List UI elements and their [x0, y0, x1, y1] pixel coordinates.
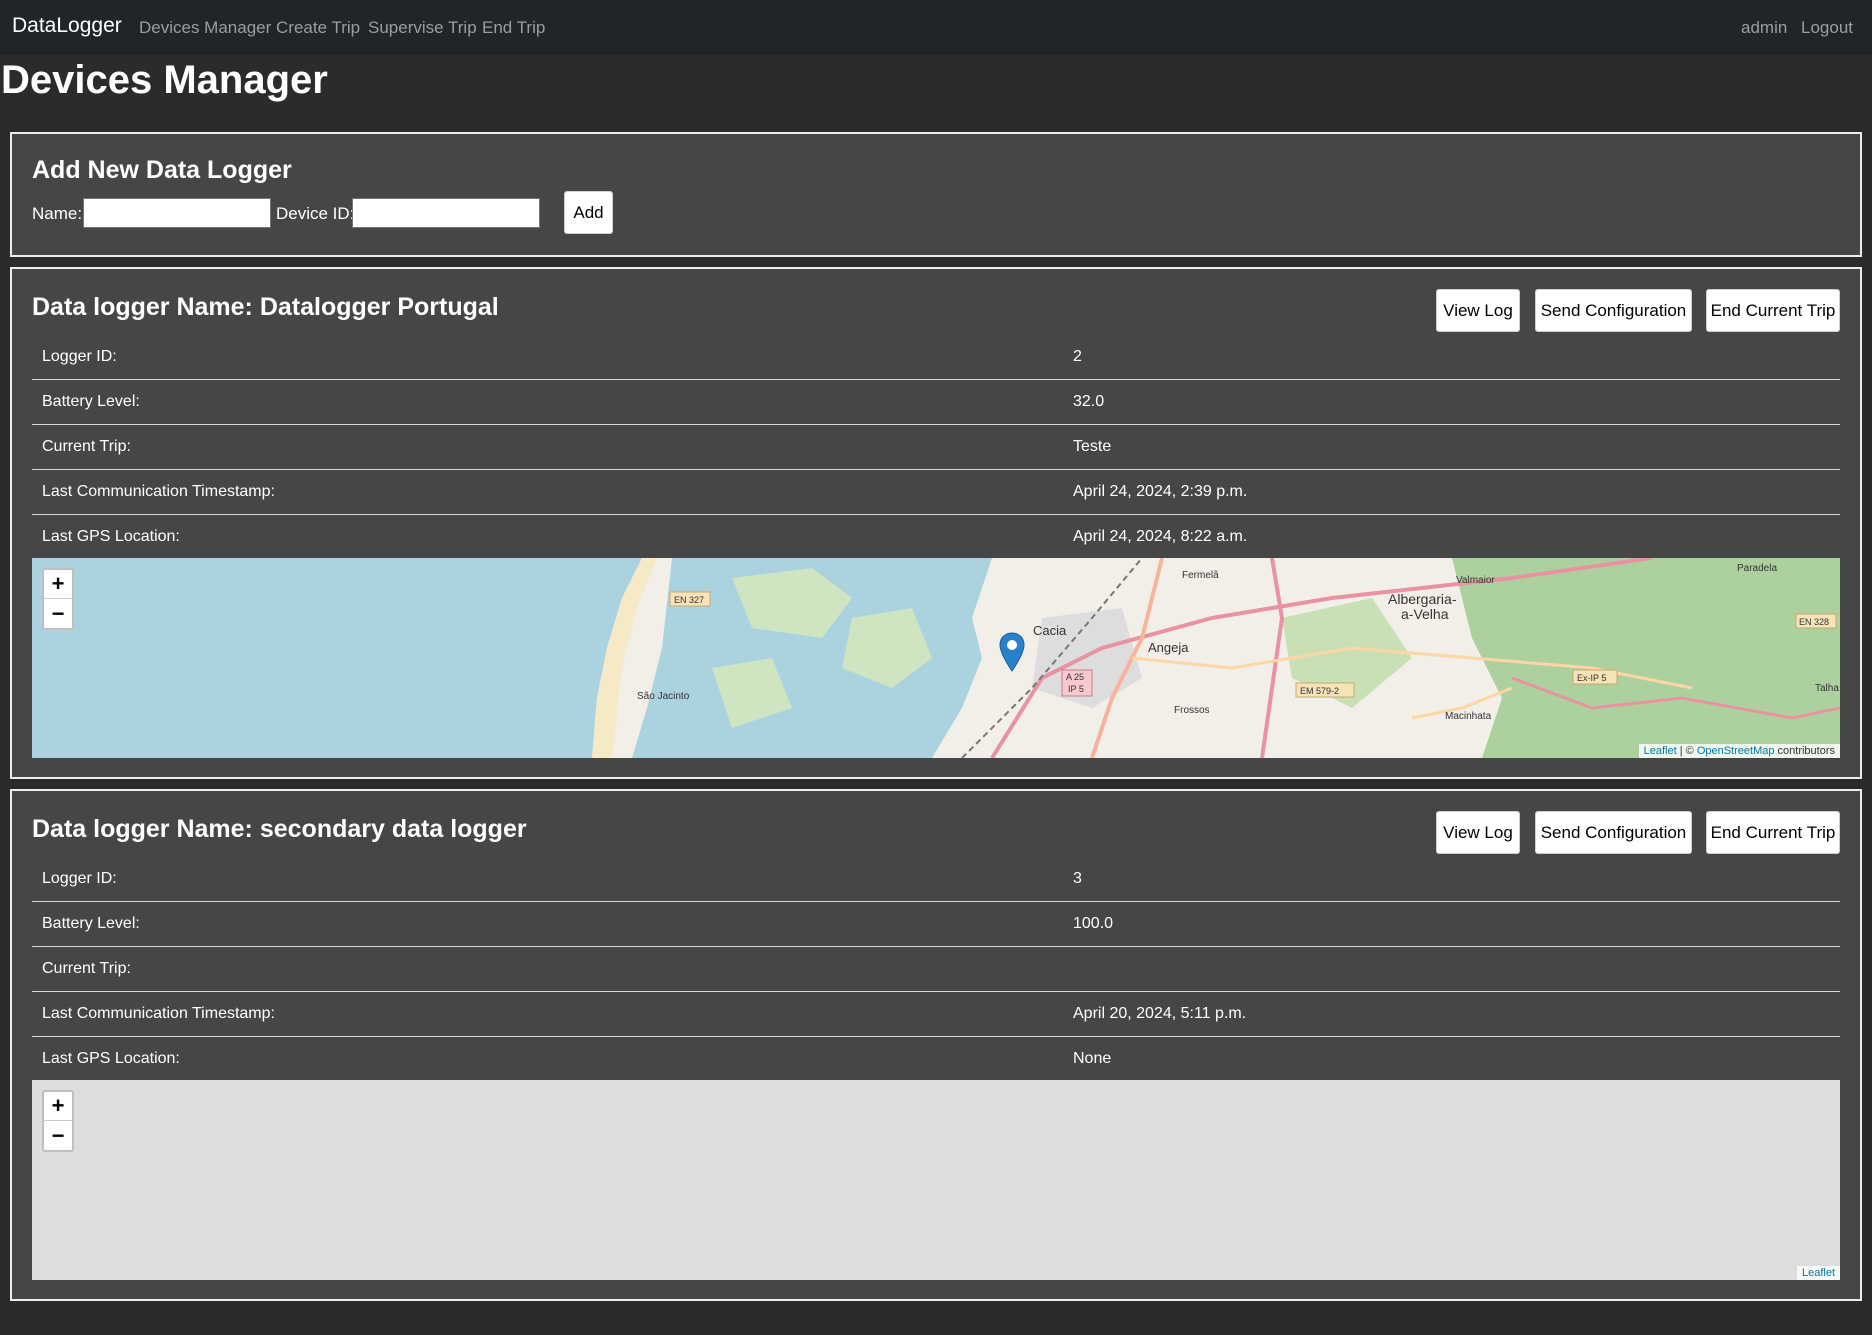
- name-input[interactable]: [83, 198, 271, 228]
- last-gps-value: None: [1073, 1050, 1112, 1067]
- nav-user-admin[interactable]: admin: [1741, 18, 1787, 38]
- battery-level-value: 32.0: [1073, 393, 1105, 410]
- current-trip-value: Teste: [1073, 438, 1112, 455]
- add-logger-title: Add New Data Logger: [32, 156, 292, 184]
- battery-level-label: Battery Level:: [42, 915, 140, 932]
- nav-end-trip[interactable]: End Trip: [482, 18, 545, 38]
- zoom-in-button[interactable]: +: [44, 570, 72, 599]
- page-title: Devices Manager: [1, 58, 328, 102]
- battery-level-row: Battery Level: 32.0: [32, 380, 1840, 425]
- view-log-button[interactable]: View Log: [1436, 289, 1520, 332]
- last-communication-label: Last Communication Timestamp:: [42, 483, 275, 500]
- map-tiles: Fermelã Valmaior Paradela EN 327 Alberga…: [32, 558, 1840, 758]
- nav-supervise-trip[interactable]: Supervise Trip: [368, 18, 477, 38]
- end-current-trip-button[interactable]: End Current Trip: [1706, 289, 1840, 332]
- leaflet-link[interactable]: Leaflet: [1644, 745, 1677, 757]
- svg-text:Albergaria-: Albergaria-: [1388, 591, 1457, 607]
- add-button[interactable]: Add: [564, 191, 613, 234]
- svg-text:EM 579-2: EM 579-2: [1300, 686, 1339, 696]
- add-logger-card: Add New Data Logger Name: Device ID: Add: [10, 132, 1862, 257]
- map-attribution: Leaflet | © OpenStreetMap contributors: [1638, 744, 1840, 758]
- leaflet-link[interactable]: Leaflet: [1802, 1267, 1835, 1279]
- logger-name-title: Data logger Name: secondary data logger: [32, 815, 527, 843]
- zoom-out-button[interactable]: −: [44, 1121, 72, 1150]
- logger-card: Data logger Name: secondary data logger …: [10, 789, 1862, 1301]
- current-trip-label: Current Trip:: [42, 960, 131, 977]
- svg-text:IP 5: IP 5: [1068, 684, 1084, 694]
- logger-name-title: Data logger Name: Datalogger Portugal: [32, 293, 499, 321]
- svg-text:a-Velha: a-Velha: [1401, 606, 1449, 622]
- logger-id-label: Logger ID:: [42, 870, 117, 887]
- device-id-input[interactable]: [352, 198, 540, 228]
- svg-text:São Jacinto: São Jacinto: [637, 691, 690, 702]
- brand-link[interactable]: DataLogger: [12, 14, 122, 38]
- svg-text:Fermelã: Fermelã: [1182, 570, 1219, 581]
- svg-text:Paradela: Paradela: [1737, 563, 1777, 574]
- logger-card: Data logger Name: Datalogger Portugal Vi…: [10, 267, 1862, 779]
- battery-level-value: 100.0: [1073, 915, 1114, 932]
- current-trip-row: Current Trip:: [32, 947, 1840, 992]
- svg-text:EN 327: EN 327: [674, 595, 704, 605]
- svg-text:Cacia: Cacia: [1033, 623, 1067, 638]
- svg-text:Frossos: Frossos: [1174, 705, 1210, 716]
- location-map[interactable]: Fermelã Valmaior Paradela EN 327 Alberga…: [32, 558, 1840, 758]
- map-attribution: Leaflet: [1796, 1266, 1840, 1280]
- logger-id-value: 2: [1073, 348, 1082, 365]
- last-gps-label: Last GPS Location:: [42, 1050, 180, 1067]
- svg-text:Angeja: Angeja: [1148, 640, 1189, 655]
- battery-level-label: Battery Level:: [42, 393, 140, 410]
- navbar: DataLogger Devices Manager Create Trip S…: [0, 0, 1872, 55]
- logger-id-value: 3: [1073, 870, 1082, 887]
- svg-text:Ex-IP 5: Ex-IP 5: [1577, 673, 1606, 683]
- last-communication-row: Last Communication Timestamp: April 24, …: [32, 470, 1840, 515]
- send-configuration-button[interactable]: Send Configuration: [1535, 289, 1692, 332]
- last-gps-row: Last GPS Location: April 24, 2024, 8:22 …: [32, 515, 1840, 560]
- device-id-label: Device ID:: [276, 204, 355, 223]
- logger-id-row: Logger ID: 3: [32, 857, 1840, 902]
- battery-level-row: Battery Level: 100.0: [32, 902, 1840, 947]
- svg-text:A 25: A 25: [1066, 672, 1084, 682]
- current-trip-label: Current Trip:: [42, 438, 131, 455]
- last-communication-value: April 24, 2024, 2:39 p.m.: [1073, 483, 1248, 500]
- svg-text:Macinhata: Macinhata: [1445, 711, 1492, 722]
- svg-text:EN 328: EN 328: [1799, 617, 1829, 627]
- current-trip-row: Current Trip: Teste: [32, 425, 1840, 470]
- last-communication-value: April 20, 2024, 5:11 p.m.: [1073, 1005, 1247, 1022]
- last-gps-value: April 24, 2024, 8:22 a.m.: [1073, 528, 1248, 545]
- last-communication-row: Last Communication Timestamp: April 20, …: [32, 992, 1840, 1037]
- last-gps-row: Last GPS Location: None: [32, 1037, 1840, 1082]
- name-label: Name:: [32, 204, 83, 223]
- send-configuration-button[interactable]: Send Configuration: [1535, 811, 1692, 854]
- logger-id-label: Logger ID:: [42, 348, 117, 365]
- view-log-button[interactable]: View Log: [1436, 811, 1520, 854]
- location-marker-icon[interactable]: [999, 632, 1025, 672]
- attribution-contributors: contributors: [1774, 745, 1835, 757]
- last-gps-label: Last GPS Location:: [42, 528, 180, 545]
- svg-text:Talha: Talha: [1815, 683, 1839, 694]
- svg-text:Valmaior: Valmaior: [1456, 575, 1495, 586]
- nav-devices-manager[interactable]: Devices Manager: [139, 18, 271, 38]
- openstreetmap-link[interactable]: OpenStreetMap: [1697, 745, 1775, 757]
- nav-create-trip[interactable]: Create Trip: [276, 18, 360, 38]
- zoom-in-button[interactable]: +: [44, 1092, 72, 1121]
- end-current-trip-button[interactable]: End Current Trip: [1706, 811, 1840, 854]
- location-map[interactable]: + − Leaflet: [32, 1080, 1840, 1280]
- last-communication-label: Last Communication Timestamp:: [42, 1005, 275, 1022]
- nav-logout[interactable]: Logout: [1801, 18, 1853, 38]
- logger-id-row: Logger ID: 2: [32, 335, 1840, 380]
- attribution-separator: | ©: [1676, 745, 1697, 757]
- zoom-control: + −: [42, 1090, 74, 1152]
- zoom-control: + −: [42, 568, 74, 630]
- zoom-out-button[interactable]: −: [44, 599, 72, 628]
